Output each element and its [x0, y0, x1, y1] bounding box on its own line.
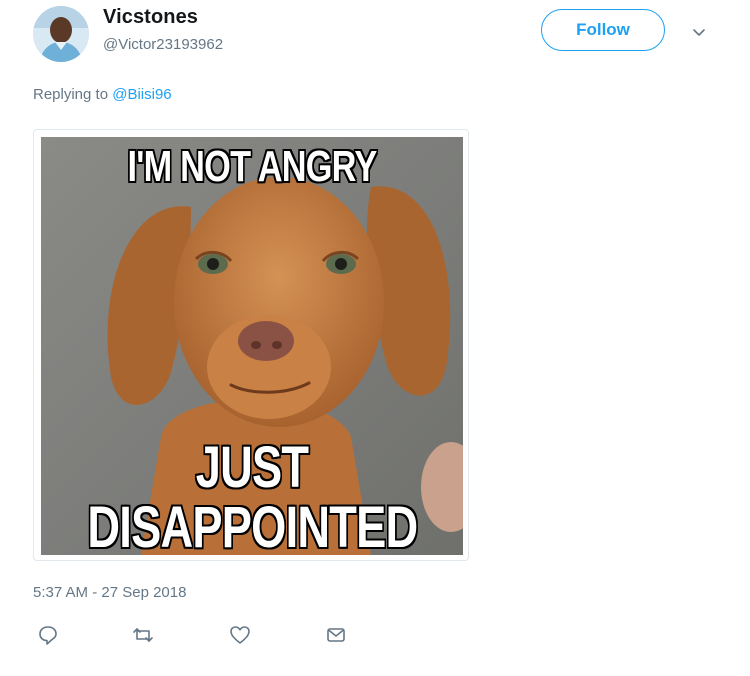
meme-bottom-caption-line2: DISAPPOINTED [87, 495, 419, 556]
follow-button[interactable]: Follow [541, 9, 665, 51]
heart-icon[interactable] [229, 624, 251, 646]
replying-to-label: Replying to [33, 86, 113, 103]
chevron-down-icon[interactable] [690, 24, 708, 42]
reply-icon[interactable] [37, 624, 59, 646]
meme-top-caption: I'M NOT ANGRY [127, 142, 378, 191]
envelope-icon[interactable] [325, 624, 347, 646]
meme-image: I'M NOT ANGRY JUST DISAPPOINTED [41, 137, 463, 555]
author-name[interactable]: Vicstones [103, 6, 198, 29]
author-handle[interactable]: @Victor23193962 [103, 36, 223, 53]
meme-bottom-caption-line1: JUST [195, 435, 310, 500]
reply-mention-link[interactable]: @Biisi96 [112, 86, 171, 103]
tweet-media[interactable]: I'M NOT ANGRY JUST DISAPPOINTED [33, 129, 469, 561]
retweet-icon[interactable] [132, 624, 154, 646]
avatar[interactable] [33, 6, 89, 62]
tweet-timestamp[interactable]: 5:37 AM - 27 Sep 2018 [33, 584, 186, 601]
replying-to: Replying to @Biisi96 [33, 86, 172, 103]
